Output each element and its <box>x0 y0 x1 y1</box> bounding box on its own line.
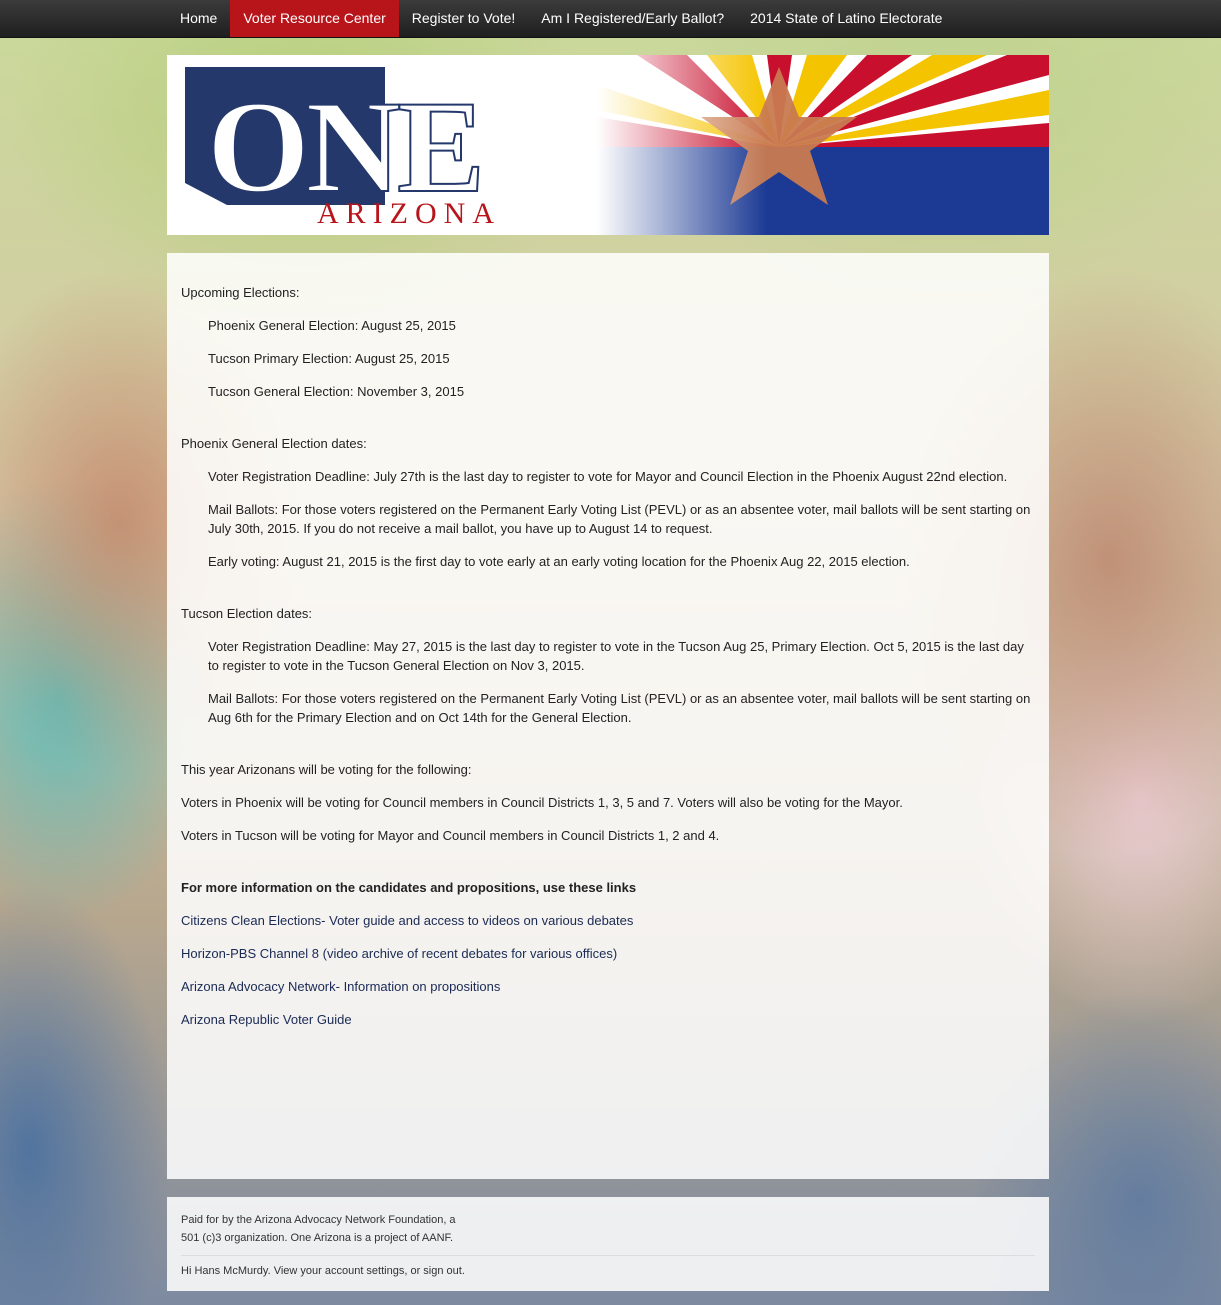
tucson-item: Voter Registration Deadline: May 27, 201… <box>208 639 1024 673</box>
footer-divider <box>181 1255 1035 1256</box>
nav-item-latino-electorate[interactable]: 2014 State of Latino Electorate <box>737 0 955 37</box>
upcoming-heading: Upcoming Elections: <box>181 285 300 300</box>
phoenix-voting-text: Voters in Phoenix will be voting for Cou… <box>181 795 903 810</box>
nav-menu: Home Voter Resource Center Register to V… <box>0 0 1221 37</box>
link-citizens-clean-elections[interactable]: Citizens Clean Elections- Voter guide an… <box>181 913 633 928</box>
top-navigation: Home Voter Resource Center Register to V… <box>0 0 1221 38</box>
tucson-item: Mail Ballots: For those voters registere… <box>208 691 1031 725</box>
one-arizona-logo: ONE ARIZONA <box>185 55 1049 235</box>
link-arizona-advocacy-network[interactable]: Arizona Advocacy Network- Information on… <box>181 979 500 994</box>
upcoming-item: Phoenix General Election: August 25, 201… <box>208 318 456 333</box>
tucson-voting-text: Voters in Tucson will be voting for Mayo… <box>181 828 720 843</box>
nav-item-voter-resource-center[interactable]: Voter Resource Center <box>230 0 399 37</box>
links-heading: For more information on the candidates a… <box>181 880 637 895</box>
header-banner[interactable]: ONE ARIZONA <box>167 55 1049 235</box>
footer-account-greeting[interactable]: Hi Hans McMurdy. View your account setti… <box>181 1262 1035 1280</box>
footer-paid-for-line1: Paid for by the Arizona Advocacy Network… <box>181 1214 456 1226</box>
nav-item-am-i-registered[interactable]: Am I Registered/Early Ballot? <box>528 0 737 37</box>
logo-arizona-text: ARIZONA <box>317 197 501 230</box>
link-horizon-pbs[interactable]: Horizon-PBS Channel 8 (video archive of … <box>181 946 617 961</box>
link-arizona-republic-voter-guide[interactable]: Arizona Republic Voter Guide <box>181 1012 352 1027</box>
phoenix-item: Early voting: August 21, 2015 is the fir… <box>208 554 910 569</box>
upcoming-item: Tucson Primary Election: August 25, 2015 <box>208 351 450 366</box>
nav-item-home[interactable]: Home <box>167 0 230 37</box>
tucson-heading: Tucson Election dates: <box>181 606 313 621</box>
this-year-heading: This year Arizonans will be voting for t… <box>181 762 472 777</box>
main-content: Upcoming Elections: Phoenix General Elec… <box>167 253 1049 1179</box>
upcoming-item: Tucson General Election: November 3, 201… <box>208 384 465 399</box>
footer-paid-for-line2: 501 (c)3 organization. One Arizona is a … <box>181 1232 454 1244</box>
nav-item-register-to-vote[interactable]: Register to Vote! <box>399 0 529 37</box>
arizona-flag-graphic <box>597 55 1049 235</box>
phoenix-item: Voter Registration Deadline: July 27th i… <box>208 469 1008 484</box>
phoenix-heading: Phoenix General Election dates: <box>181 436 367 451</box>
page-footer: Paid for by the Arizona Advocacy Network… <box>167 1197 1049 1291</box>
phoenix-item: Mail Ballots: For those voters registere… <box>208 502 1031 536</box>
